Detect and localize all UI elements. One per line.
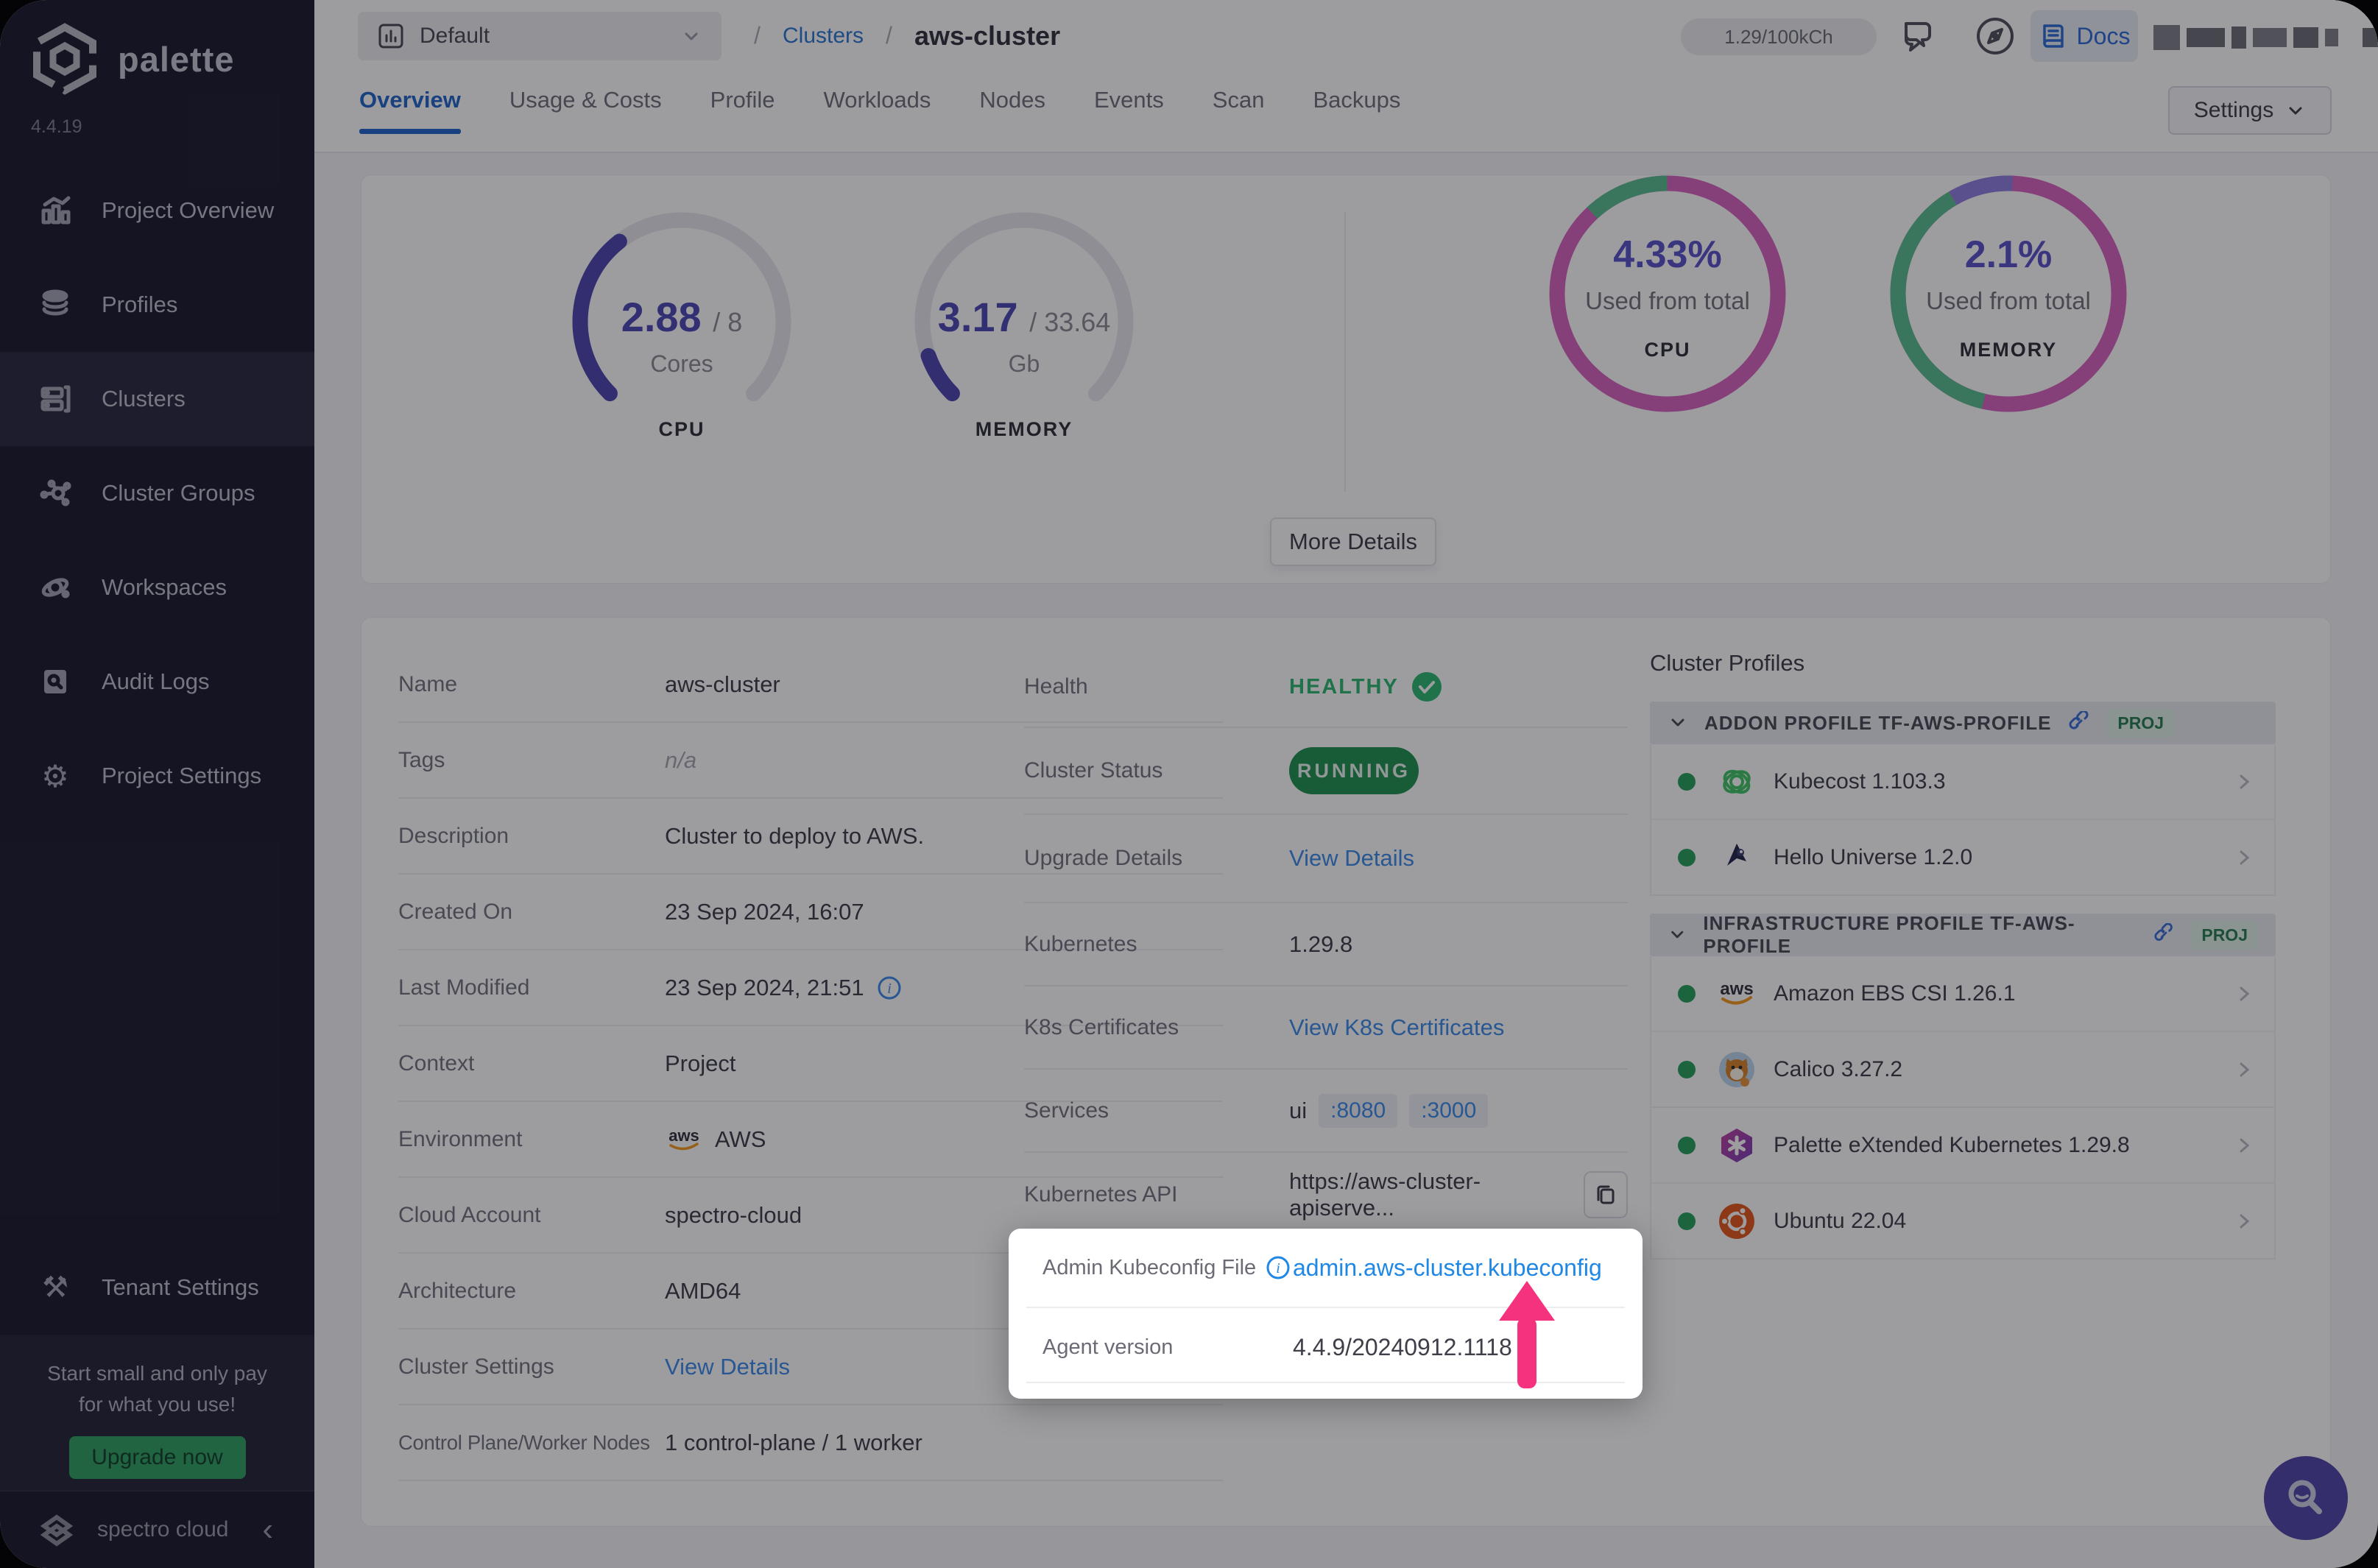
info-icon[interactable]: i [1265, 1254, 1291, 1281]
pointer-arrow [1499, 1281, 1555, 1388]
palette-app-window: palette 4.4.19 Project Overview Profiles [0, 0, 2378, 1568]
agent-version-value: 4.4.9/20240912.1118 [1293, 1333, 1512, 1360]
svg-text:i: i [1276, 1260, 1280, 1276]
admin-kubeconfig-download-link[interactable]: admin.aws-cluster.kubeconfig [1293, 1254, 1643, 1282]
